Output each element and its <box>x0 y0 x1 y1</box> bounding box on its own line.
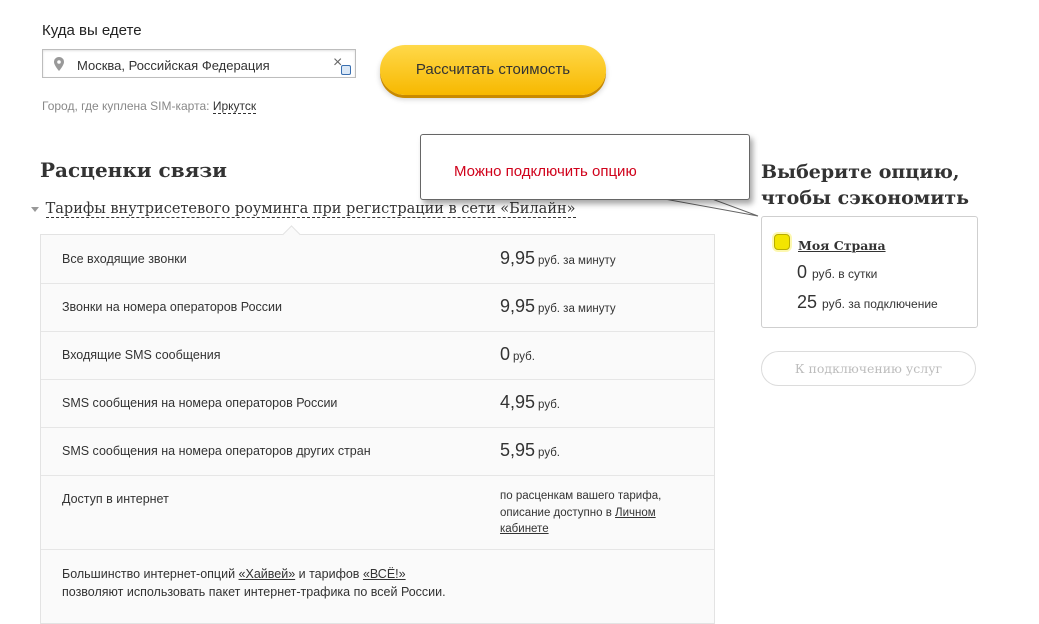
rate-price: 4,95 руб. <box>500 392 560 412</box>
option-tooltip: Можно подключить опцию <box>420 134 750 200</box>
location-pin-icon <box>54 57 64 71</box>
rates-title: Расценки связи <box>40 158 228 182</box>
rate-name: Доступ в интернет <box>62 492 169 506</box>
tooltip-text: Можно подключить опцию <box>454 163 637 180</box>
highway-link[interactable]: «Хайвей» <box>239 567 296 581</box>
rate-price: 5,95 руб. <box>500 440 560 460</box>
rate-row-internet: Доступ в интернет по расценкам вашего та… <box>41 476 714 550</box>
option-daily-fee: 0 руб. в сутки <box>797 262 878 282</box>
rate-name: Звонки на номера операторов России <box>62 300 282 314</box>
calculate-cost-button[interactable]: Рассчитать стоимость <box>380 45 606 95</box>
rates-table: Все входящие звонки 9,95 руб. за минуту З… <box>40 225 715 624</box>
option-name-link[interactable]: Моя Страна <box>798 238 886 253</box>
rate-price: 0 руб. <box>500 344 535 364</box>
rate-row: Входящие SMS сообщения 0 руб. <box>41 332 714 380</box>
rate-row: Все входящие звонки 9,95 руб. за минуту <box>41 235 714 284</box>
connect-services-button[interactable]: К подключению услуг <box>761 351 976 386</box>
destination-input[interactable] <box>75 54 339 76</box>
rate-name: Входящие SMS сообщения <box>62 348 221 362</box>
rate-price: 9,95 руб. за минуту <box>500 248 616 268</box>
vse-tariff-link[interactable]: «ВСЁ!» <box>363 567 406 581</box>
rate-name: Все входящие звонки <box>62 252 187 266</box>
rate-row: Звонки на номера операторов России 9,95 р… <box>41 284 714 332</box>
personal-account-link-cont[interactable]: кабинете <box>500 521 661 538</box>
rate-row: SMS сообщения на номера операторов Росси… <box>41 380 714 428</box>
tariffs-toggle[interactable]: Тарифы внутрисетевого роуминга при регис… <box>31 201 576 218</box>
collapse-arrow-icon <box>31 206 39 212</box>
internet-note: по расценкам вашего тарифа, описание дос… <box>500 488 661 538</box>
option-card: Моя Страна 0 руб. в сутки 25 руб. за подкл… <box>761 216 978 328</box>
clear-icon[interactable]: × <box>333 55 351 75</box>
rates-footer-note: Большинство интернет-опций «Хайвей» и та… <box>62 567 446 599</box>
option-connection-fee: 25 руб. за подключение <box>797 292 938 312</box>
personal-account-link[interactable]: Личном <box>615 507 656 519</box>
dropdown-mini-icon <box>341 65 351 75</box>
rate-price: 9,95 руб. за минуту <box>500 296 616 316</box>
options-title: Выберите опцию, чтобы сэкономить <box>761 161 970 209</box>
sim-city-label: Город, где куплена SIM-карта: <box>42 99 210 113</box>
tariffs-link-text[interactable]: Тарифы внутрисетевого роуминга при регис… <box>45 201 576 218</box>
rate-row: SMS сообщения на номера операторов други… <box>41 428 714 476</box>
option-checkbox[interactable] <box>774 234 790 250</box>
rate-name: SMS сообщения на номера операторов други… <box>62 444 371 458</box>
sim-city-link[interactable]: Иркутск <box>212 99 257 114</box>
rate-name: SMS сообщения на номера операторов Росси… <box>62 396 338 410</box>
destination-field[interactable]: × <box>42 49 356 78</box>
sim-city-line: Город, где куплена SIM-карта: Иркутск <box>42 99 257 114</box>
destination-label: Куда вы едете <box>42 22 142 39</box>
